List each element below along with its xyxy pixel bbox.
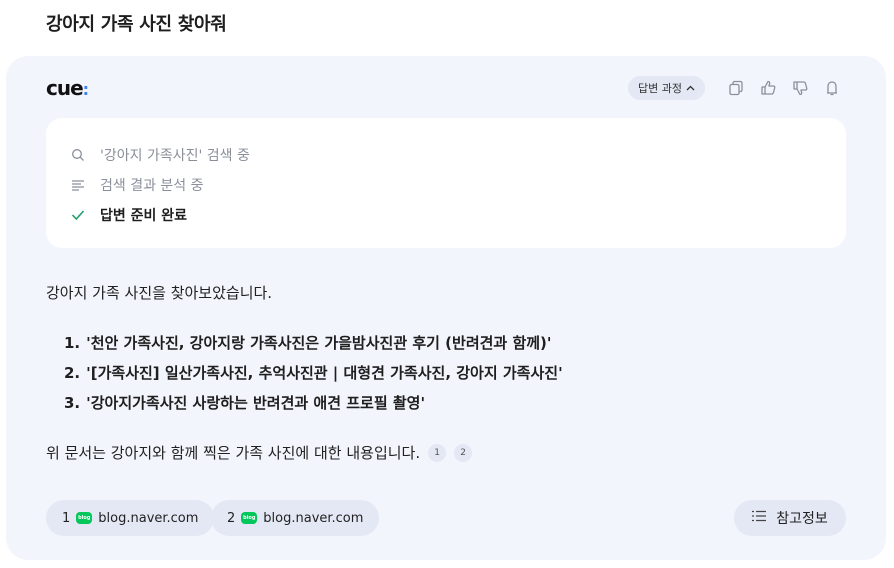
search-icon xyxy=(70,147,86,163)
save-icon[interactable] xyxy=(822,78,842,98)
naver-blog-icon: blog xyxy=(241,512,258,524)
answer-intro: 강아지 가족 사진을 찾아보았습니다. xyxy=(46,284,273,302)
copy-icon[interactable] xyxy=(726,78,746,98)
step-analyzing: 검색 결과 분석 중 xyxy=(70,175,204,195)
citation-badge[interactable]: 2 xyxy=(454,443,473,462)
check-icon xyxy=(70,207,86,223)
citation-badge[interactable]: 1 xyxy=(428,443,447,462)
answer-process-button[interactable]: 답변 과정 xyxy=(628,76,705,100)
chevron-up-icon xyxy=(686,83,695,94)
step-complete: 답변 준비 완료 xyxy=(70,205,187,225)
answer-summary: 위 문서는 강아지와 함께 찍은 가족 사진에 대한 내용입니다. 1 2 xyxy=(46,442,473,463)
thumbs-down-icon[interactable] xyxy=(790,78,810,98)
user-query: 강아지 가족 사진 찾아줘 xyxy=(46,14,227,35)
list-icon xyxy=(752,510,767,526)
step-searching: '강아지 가족사진' 검색 중 xyxy=(70,145,250,165)
summary-text: 위 문서는 강아지와 함께 찍은 가족 사진에 대한 내용입니다. xyxy=(46,444,421,462)
step-label: 검색 결과 분석 중 xyxy=(100,178,204,194)
search-steps-panel: '강아지 가족사진' 검색 중 검색 결과 분석 중 답변 준비 완료 xyxy=(46,118,846,248)
reference-info-button[interactable]: 참고정보 xyxy=(734,500,846,536)
source-number: 1 xyxy=(62,510,71,526)
reference-label: 참고정보 xyxy=(776,511,828,527)
source-domain: blog.naver.com xyxy=(98,510,199,526)
source-chip-1[interactable]: 1 blog blog.naver.com xyxy=(46,500,215,536)
result-list: 1. '천안 가족사진, 강아지랑 가족사진은 가을밤사진관 후기 (반려견과 함… xyxy=(64,328,563,418)
list-icon xyxy=(70,177,86,193)
answer-process-label: 답변 과정 xyxy=(638,82,682,95)
thumbs-up-icon[interactable] xyxy=(758,78,778,98)
source-number: 2 xyxy=(227,510,236,526)
step-label: 답변 준비 완료 xyxy=(100,208,188,224)
result-item[interactable]: 1. '천안 가족사진, 강아지랑 가족사진은 가을밤사진관 후기 (반려견과 함… xyxy=(64,328,563,358)
naver-blog-icon: blog xyxy=(76,512,93,524)
step-label: '강아지 가족사진' 검색 중 xyxy=(100,148,250,164)
source-chip-2[interactable]: 2 blog blog.naver.com xyxy=(211,500,380,536)
result-item[interactable]: 2. '[가족사진] 일산가족사진, 추억사진관 | 대형견 가족사진, 강아지 … xyxy=(64,358,563,388)
source-domain: blog.naver.com xyxy=(263,510,364,526)
cue-logo: cue: xyxy=(46,76,89,100)
result-item[interactable]: 3. '강아지가족사진 사랑하는 반려견과 애견 프로필 촬영' xyxy=(64,388,563,418)
answer-card: cue: 답변 과정 '강아지 가족사진' 검색 중 검색 결과 분석 중 답변… xyxy=(6,56,886,560)
